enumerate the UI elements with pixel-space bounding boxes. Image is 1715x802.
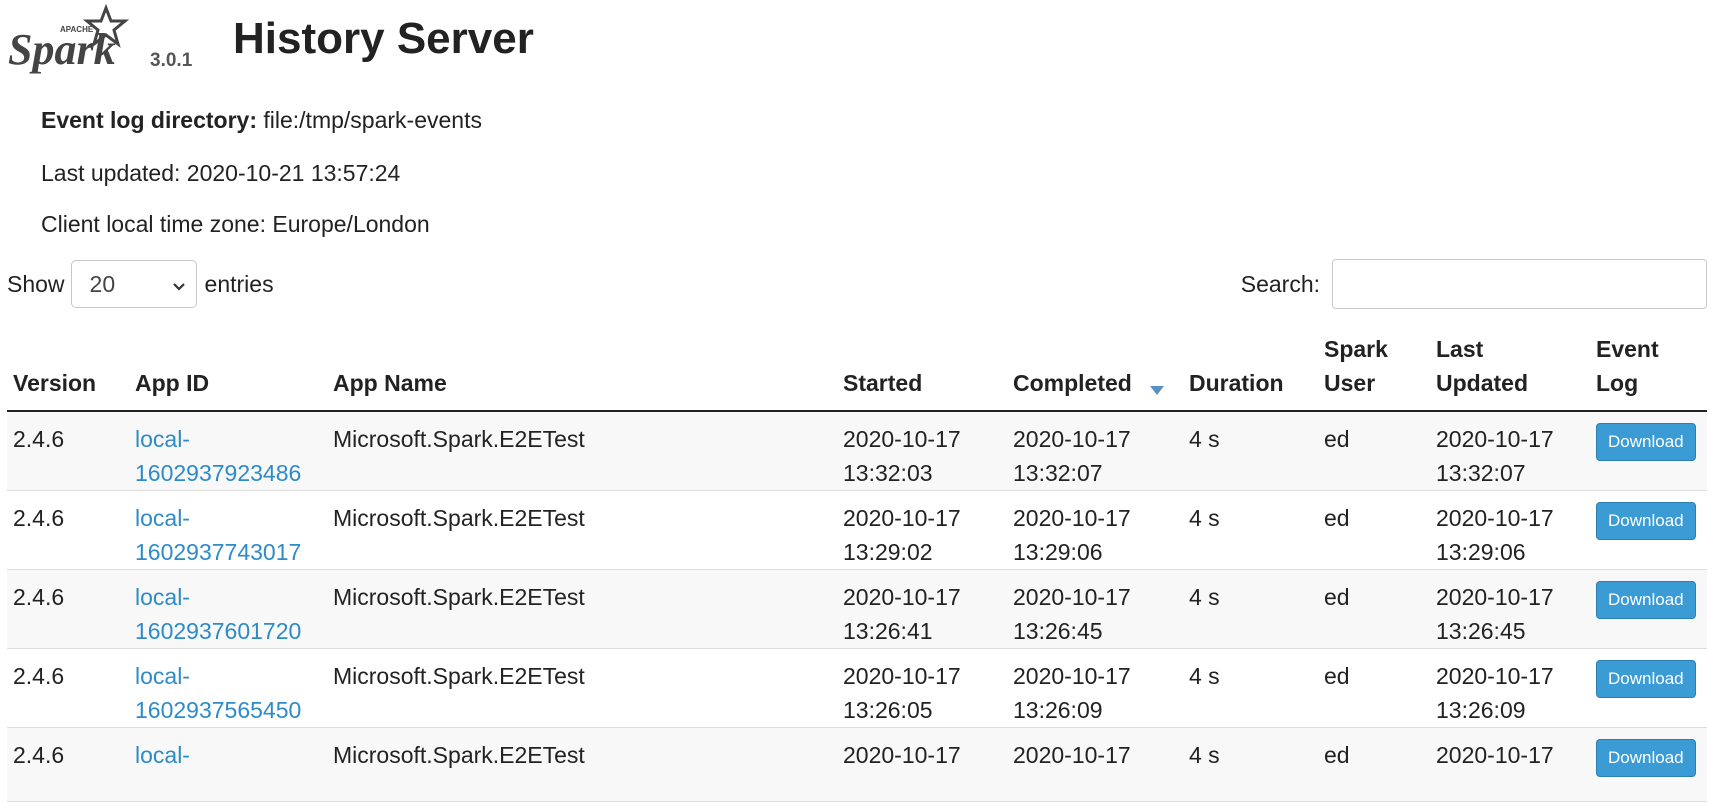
col-completed[interactable]: Completed: [1007, 332, 1183, 412]
table-row: 2.4.6 local- 1602937923486 Microsoft.Spar…: [7, 411, 1707, 491]
cell-started: 2020-10-17 13:26:41: [837, 569, 1007, 649]
cell-app-name: Microsoft.Spark.E2ETest: [327, 648, 837, 728]
show-label: Show: [7, 270, 65, 297]
entries-value: 20: [89, 270, 116, 297]
cell-app-id: local- 1602937743017: [129, 490, 327, 570]
cell-duration: 4 s: [1183, 411, 1318, 491]
cell-app-id: local- 1602937923486: [129, 411, 327, 491]
sort-desc-icon: [1149, 386, 1164, 395]
page-title: History Server: [233, 14, 534, 63]
event-log-directory: Event log directory: file:/tmp/spark-eve…: [41, 107, 482, 134]
download-button[interactable]: Download: [1596, 660, 1696, 698]
cell-event-log: Download: [1590, 490, 1707, 570]
download-button[interactable]: Download: [1596, 581, 1696, 619]
cell-user: ed: [1318, 490, 1430, 570]
table-row: 2.4.6 local- 1602937565450 Microsoft.Spar…: [7, 648, 1707, 728]
chevron-down-icon: [172, 271, 186, 298]
table-header-row: Version App ID App Name Started Complete…: [7, 332, 1707, 412]
col-version[interactable]: Version: [7, 332, 129, 412]
cell-last-updated: 2020-10-17 13:26:45: [1430, 569, 1590, 649]
app-id-link[interactable]: local- 1602937565450: [135, 663, 301, 723]
cell-app-id: local-: [129, 727, 327, 802]
search-label: Search:: [1240, 270, 1320, 297]
cell-version: 2.4.6: [7, 727, 129, 802]
entries-select[interactable]: 20: [70, 260, 197, 308]
col-event-log[interactable]: Event Log: [1590, 332, 1707, 412]
search-box: Search:: [1241, 258, 1707, 310]
event-log-value: file:/tmp/spark-events: [263, 107, 482, 133]
table-row: 2.4.6 local- 1602937601720 Microsoft.Spar…: [7, 569, 1707, 649]
col-spark-user[interactable]: Spark User: [1318, 332, 1430, 412]
cell-version: 2.4.6: [7, 569, 129, 649]
cell-started: 2020-10-17: [837, 727, 1007, 802]
cell-version: 2.4.6: [7, 411, 129, 491]
cell-last-updated: 2020-10-17: [1430, 727, 1590, 802]
col-started[interactable]: Started: [837, 332, 1007, 412]
cell-version: 2.4.6: [7, 490, 129, 570]
cell-app-id: local- 1602937601720: [129, 569, 327, 649]
cell-user: ed: [1318, 569, 1430, 649]
col-spark-user-line2: User: [1324, 370, 1376, 396]
cell-last-updated: 2020-10-17 13:29:06: [1430, 490, 1590, 570]
app-id-link[interactable]: local-: [135, 742, 190, 768]
cell-app-name: Microsoft.Spark.E2ETest: [327, 411, 837, 491]
cell-user: ed: [1318, 727, 1430, 802]
cell-user: ed: [1318, 411, 1430, 491]
app-id-link[interactable]: local- 1602937743017: [135, 505, 301, 565]
col-event-log-line1: Event: [1596, 336, 1659, 362]
cell-started: 2020-10-17 13:26:05: [837, 648, 1007, 728]
cell-duration: 4 s: [1183, 490, 1318, 570]
cell-started: 2020-10-17 13:32:03: [837, 411, 1007, 491]
spark-logo: APACHE Spark: [8, 4, 140, 74]
app-id-link[interactable]: local- 1602937923486: [135, 426, 301, 486]
app-id-link[interactable]: local- 1602937601720: [135, 584, 301, 644]
cell-completed: 2020-10-17: [1007, 727, 1183, 802]
cell-last-updated: 2020-10-17 13:26:09: [1430, 648, 1590, 728]
cell-completed: 2020-10-17 13:26:45: [1007, 569, 1183, 649]
entries-label: entries: [204, 270, 274, 297]
table-row: 2.4.6 local- 1602937743017 Microsoft.Spar…: [7, 490, 1707, 570]
col-spark-user-line1: Spark: [1324, 336, 1388, 362]
cell-version: 2.4.6: [7, 648, 129, 728]
cell-started: 2020-10-17 13:29:02: [837, 490, 1007, 570]
cell-duration: 4 s: [1183, 569, 1318, 649]
last-updated: Last updated: 2020-10-21 13:57:24: [41, 160, 401, 186]
download-button[interactable]: Download: [1596, 739, 1696, 777]
col-last-updated-line2: Updated: [1436, 370, 1528, 396]
cell-app-name: Microsoft.Spark.E2ETest: [327, 490, 837, 570]
applications-table: Version App ID App Name Started Complete…: [7, 332, 1707, 802]
col-duration[interactable]: Duration: [1183, 332, 1318, 412]
cell-event-log: Download: [1590, 648, 1707, 728]
cell-app-id: local- 1602937565450: [129, 648, 327, 728]
event-log-label: Event log directory:: [41, 107, 257, 133]
client-timezone: Client local time zone: Europe/London: [41, 211, 430, 237]
col-last-updated[interactable]: Last Updated: [1430, 332, 1590, 412]
show-entries: Show 20 entries: [7, 258, 274, 310]
cell-user: ed: [1318, 648, 1430, 728]
cell-last-updated: 2020-10-17 13:32:07: [1430, 411, 1590, 491]
cell-app-name: Microsoft.Spark.E2ETest: [327, 569, 837, 649]
cell-event-log: Download: [1590, 727, 1707, 802]
download-button[interactable]: Download: [1596, 423, 1696, 461]
download-button[interactable]: Download: [1596, 502, 1696, 540]
cell-completed: 2020-10-17 13:32:07: [1007, 411, 1183, 491]
cell-event-log: Download: [1590, 569, 1707, 649]
col-last-updated-line1: Last: [1436, 336, 1484, 362]
table-row: 2.4.6 local- Microsoft.Spark.E2ETest 202…: [7, 727, 1707, 802]
cell-completed: 2020-10-17 13:26:09: [1007, 648, 1183, 728]
col-event-log-line2: Log: [1596, 370, 1639, 396]
logo-text: Spark: [8, 25, 116, 74]
cell-completed: 2020-10-17 13:29:06: [1007, 490, 1183, 570]
spark-version: 3.0.1: [150, 50, 193, 71]
cell-duration: 4 s: [1183, 648, 1318, 728]
col-completed-label: Completed: [1013, 370, 1132, 396]
col-app-id[interactable]: App ID: [129, 332, 327, 412]
cell-app-name: Microsoft.Spark.E2ETest: [327, 727, 837, 802]
search-input[interactable]: [1332, 259, 1707, 309]
col-app-name[interactable]: App Name: [327, 332, 837, 412]
cell-duration: 4 s: [1183, 727, 1318, 802]
cell-event-log: Download: [1590, 411, 1707, 491]
